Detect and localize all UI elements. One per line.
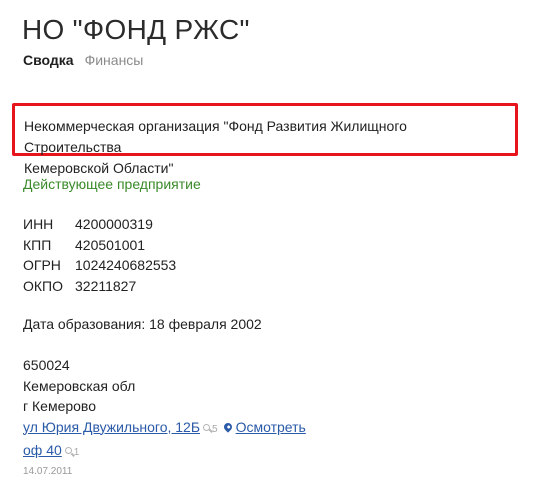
identifier-row-inn: ИНН 4200000319 xyxy=(23,214,176,235)
search-icon xyxy=(203,423,211,431)
identifier-key: КПП xyxy=(23,236,52,253)
founded-date: Дата образования: 18 февраля 2002 xyxy=(23,316,262,332)
address-date: 14.07.2011 xyxy=(23,465,73,477)
identifier-value: 4200000319 xyxy=(75,216,153,232)
identifiers-list: ИНН 4200000319 КПП 420501001 ОГРН 102424… xyxy=(23,214,176,296)
identifier-value: 420501001 xyxy=(75,236,146,253)
address-street-link[interactable]: ул Юрия Двужильного, 12Б xyxy=(23,419,200,435)
address-office-row: оф 40 1 xyxy=(23,440,306,464)
full-name-highlight: Некоммерческая организация "Фонд Развити… xyxy=(12,103,518,176)
status-text: Действующее предприятие xyxy=(23,176,201,192)
office-count-badge[interactable]: 1 xyxy=(64,447,80,458)
office-count: 1 xyxy=(73,447,80,458)
identifier-row-ogrn: ОГРН 1024240682553 xyxy=(23,255,176,276)
company-card: НО "ФОНД РЖС" Сводка Финансы Некоммерчес… xyxy=(0,0,544,483)
full-name-line-1: Некоммерческая организация "Фонд Развити… xyxy=(24,118,407,155)
map-pin-icon[interactable] xyxy=(221,420,234,433)
tab-bar: Сводка Финансы xyxy=(23,52,143,68)
address-office-link[interactable]: оф 40 xyxy=(23,442,62,458)
tab-finances[interactable]: Финансы xyxy=(85,52,144,68)
identifier-key: ОГРН xyxy=(23,257,61,273)
identifier-value: 32211827 xyxy=(75,277,137,294)
address-region: Кемеровская обл xyxy=(23,377,136,394)
address-block: 650024 Кемеровская обл г Кемерово ул Юри… xyxy=(23,355,306,479)
identifier-key: ОКПО xyxy=(23,277,63,294)
address-street-row: ул Юрия Двужильного, 12Б 5 Осмотреть xyxy=(23,417,306,441)
street-count: 5 xyxy=(212,423,218,435)
address-postcode: 650024 xyxy=(23,357,70,373)
view-on-map-link[interactable]: Осмотреть xyxy=(236,419,306,435)
identifier-row-okpo: ОКПО 32211827 xyxy=(23,276,176,297)
identifier-value: 1024240682553 xyxy=(75,257,177,273)
identifier-key: ИНН xyxy=(23,216,54,232)
identifier-row-kpp: КПП 420501001 xyxy=(23,235,176,256)
tab-summary[interactable]: Сводка xyxy=(23,52,74,68)
search-icon xyxy=(64,447,72,454)
street-count-badge[interactable]: 5 xyxy=(203,423,218,435)
page-title: НО "ФОНД РЖС" xyxy=(22,14,250,45)
address-city: г Кемерово xyxy=(23,398,96,414)
